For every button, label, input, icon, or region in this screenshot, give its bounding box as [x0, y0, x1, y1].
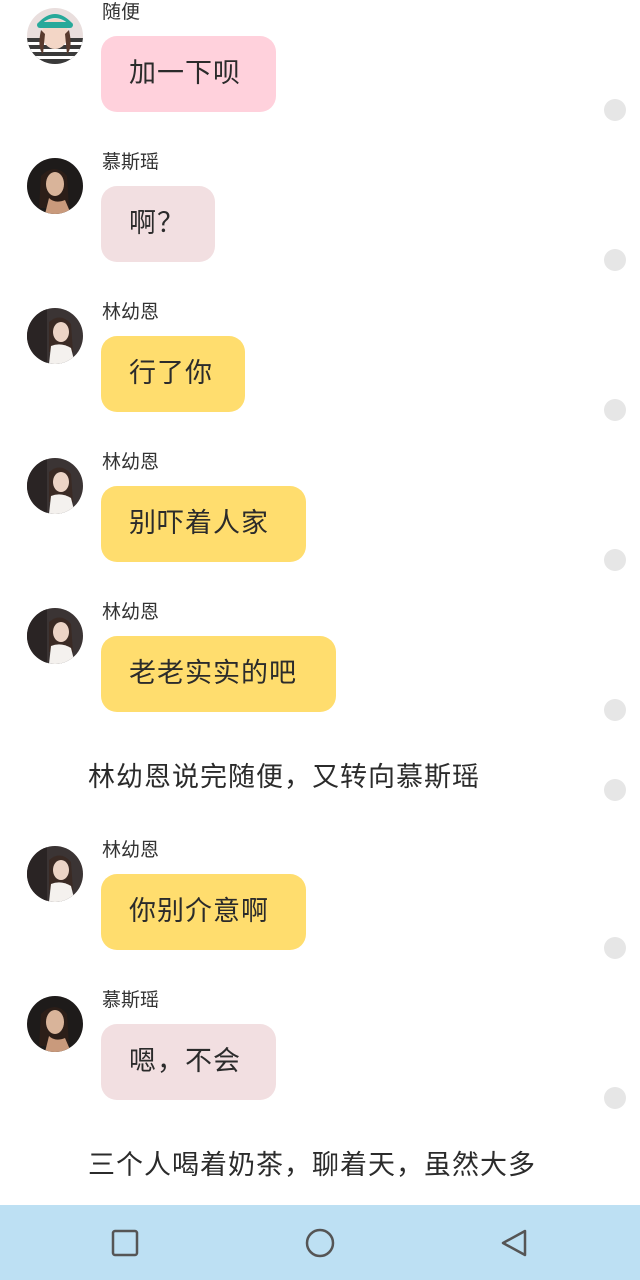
status-dot [604, 549, 626, 571]
sender-name: 林幼恩 [102, 451, 160, 473]
narration-text: 三个人喝着奶茶，聊着天，虽然大多 [88, 1150, 536, 1181]
sender-name: 林幼恩 [102, 301, 160, 323]
avatar-musiyao[interactable] [27, 996, 83, 1052]
status-dot [604, 1087, 626, 1109]
status-dot [604, 779, 626, 801]
narration-text: 林幼恩说完随便，又转向慕斯瑶 [88, 762, 480, 793]
message-bubble[interactable]: 你别介意啊 [101, 874, 306, 950]
recent-apps-icon[interactable] [110, 1228, 140, 1258]
avatar-suibian[interactable] [27, 8, 83, 64]
navigation-bar [0, 1205, 640, 1280]
message-bubble[interactable]: 行了你 [101, 336, 245, 412]
status-dot [604, 399, 626, 421]
status-dot [604, 99, 626, 121]
avatar-musiyao[interactable] [27, 158, 83, 214]
status-dot [604, 249, 626, 271]
avatar-linyouen[interactable] [27, 608, 83, 664]
status-dot [604, 937, 626, 959]
avatar-linyouen[interactable] [27, 846, 83, 902]
sender-name: 随便 [102, 1, 141, 23]
home-icon[interactable] [305, 1228, 335, 1258]
avatar-linyouen[interactable] [27, 308, 83, 364]
sender-name: 慕斯瑶 [102, 989, 160, 1011]
back-icon[interactable] [499, 1228, 529, 1258]
avatar-linyouen[interactable] [27, 458, 83, 514]
sender-name: 慕斯瑶 [102, 151, 160, 173]
message-bubble[interactable]: 加一下呗 [101, 36, 276, 112]
message-bubble[interactable]: 嗯，不会 [101, 1024, 276, 1100]
message-bubble[interactable]: 啊？ [101, 186, 215, 262]
message-bubble[interactable]: 老老实实的吧 [101, 636, 336, 712]
message-bubble[interactable]: 别吓着人家 [101, 486, 306, 562]
status-dot [604, 699, 626, 721]
sender-name: 林幼恩 [102, 839, 160, 861]
sender-name: 林幼恩 [102, 601, 160, 623]
